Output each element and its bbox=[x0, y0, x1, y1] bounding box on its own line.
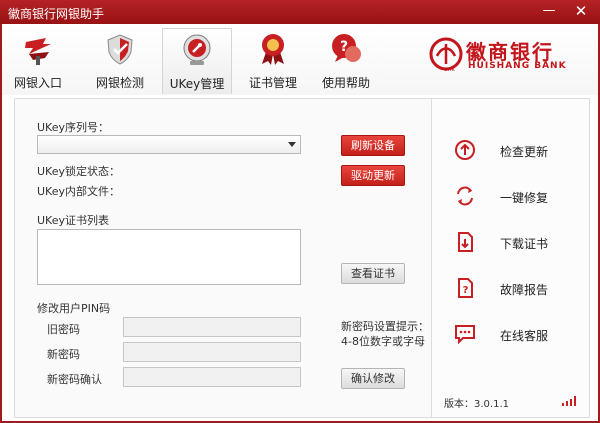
tab-ukey-manage[interactable]: UKey管理 bbox=[162, 28, 232, 94]
side-menu: 检查更新 一键修复 下载证书 ? 故障报告 在线客服 版本：3.0.1.1 bbox=[431, 99, 589, 417]
cert-list-box[interactable] bbox=[37, 229, 301, 285]
tab-help-label: 使用帮助 bbox=[321, 76, 370, 90]
update-up-arrow-icon bbox=[455, 140, 475, 160]
bank-logo: ank 徽商银行 HUISHANG BANK bbox=[428, 36, 588, 76]
fault-report-button[interactable]: ? 故障报告 bbox=[432, 273, 589, 303]
svg-text:?: ? bbox=[340, 39, 348, 55]
tab-cert-manage-label: 证书管理 bbox=[248, 76, 297, 90]
help-chat-icon: ? bbox=[332, 34, 361, 62]
view-cert-button[interactable]: 查看证书 bbox=[341, 263, 405, 284]
tab-bank-check-label: 网银检测 bbox=[95, 76, 144, 90]
bank-logo-mark-icon: ank bbox=[429, 37, 463, 72]
one-click-repair-label: 一键修复 bbox=[500, 191, 549, 205]
new-password-field[interactable] bbox=[123, 342, 301, 362]
shield-check-icon bbox=[107, 34, 133, 65]
tab-bank-entry-label: 网银入口 bbox=[13, 76, 62, 90]
password-hint-text: 4-8位数字或字母 bbox=[341, 335, 425, 348]
client-area: 网银入口 网银检测 UKey管理 证书管理 ? 使用帮助 ank 徽商银行 HU… bbox=[2, 24, 598, 421]
password-hint-title: 新密码设置提示： bbox=[341, 320, 429, 333]
ukey-disk-icon bbox=[183, 34, 211, 65]
window-title: 徽商银行网银助手 bbox=[8, 7, 105, 21]
confirm-password-field[interactable] bbox=[123, 367, 301, 387]
download-document-icon bbox=[458, 232, 473, 252]
fault-report-icon: ? bbox=[458, 278, 473, 298]
ukey-panel: UKey序列号： 刷新设备 驱动更新 UKey锁定状态： UKey内部文件： U… bbox=[14, 98, 590, 418]
tab-help[interactable]: ? 使用帮助 bbox=[314, 28, 378, 94]
download-cert-button[interactable]: 下载证书 bbox=[432, 227, 589, 257]
internal-files-label: UKey内部文件： bbox=[37, 185, 120, 198]
tab-bank-check[interactable]: 网银检测 bbox=[86, 28, 154, 94]
one-click-repair-button[interactable]: 一键修复 bbox=[432, 181, 589, 211]
old-password-label: 旧密码 bbox=[47, 323, 80, 336]
confirm-password-label: 新密码确认 bbox=[47, 373, 102, 386]
minimize-button[interactable]: — bbox=[536, 1, 562, 21]
svg-text:?: ? bbox=[463, 285, 469, 296]
main-toolbar: 网银入口 网银检测 UKey管理 证书管理 ? 使用帮助 ank 徽商银行 HU… bbox=[2, 24, 598, 95]
repair-refresh-icon bbox=[457, 186, 473, 206]
download-cert-label: 下载证书 bbox=[500, 237, 549, 251]
confirm-change-button[interactable]: 确认修改 bbox=[341, 368, 405, 389]
lock-status-label: UKey锁定状态： bbox=[37, 165, 120, 178]
close-button[interactable]: ✕ bbox=[568, 1, 594, 21]
tab-bank-entry[interactable]: 网银入口 bbox=[8, 28, 68, 94]
serial-select[interactable] bbox=[37, 135, 301, 154]
refresh-device-button[interactable]: 刷新设备 bbox=[341, 135, 405, 156]
version-text: 版本：3.0.1.1 bbox=[444, 399, 509, 410]
check-update-label: 检查更新 bbox=[500, 145, 549, 159]
fault-report-label: 故障报告 bbox=[500, 283, 549, 297]
old-password-field[interactable] bbox=[123, 317, 301, 337]
chat-bubble-icon bbox=[455, 325, 475, 345]
online-service-label: 在线客服 bbox=[500, 329, 549, 343]
online-service-button[interactable]: 在线客服 bbox=[432, 319, 589, 349]
driver-update-button[interactable]: 驱动更新 bbox=[341, 165, 405, 186]
bank-logo-en: HUISHANG BANK bbox=[468, 61, 567, 71]
ukey-form: UKey序列号： 刷新设备 驱动更新 UKey锁定状态： UKey内部文件： U… bbox=[15, 99, 431, 417]
bank-logo-mark-text: ank bbox=[444, 66, 455, 72]
certificate-medal-icon bbox=[262, 34, 284, 65]
tab-cert-manage[interactable]: 证书管理 bbox=[242, 28, 304, 94]
chevron-down-icon bbox=[288, 142, 296, 147]
serial-label: UKey序列号： bbox=[37, 121, 109, 134]
tab-ukey-manage-label: UKey管理 bbox=[169, 77, 225, 91]
signal-icon bbox=[562, 396, 576, 406]
new-password-label: 新密码 bbox=[47, 348, 80, 361]
pin-section-label: 修改用户PIN码 bbox=[37, 302, 111, 315]
title-bar[interactable]: 徽商银行网银助手 — ✕ bbox=[0, 0, 600, 24]
cert-list-label: UKey证书列表 bbox=[37, 214, 109, 227]
check-update-button[interactable]: 检查更新 bbox=[432, 135, 589, 165]
bank-entry-arrow-icon bbox=[25, 38, 51, 65]
app-window: 徽商银行网银助手 — ✕ 网银入口 网银检测 UKey管理 证书管理 ? 使用帮… bbox=[0, 0, 600, 423]
